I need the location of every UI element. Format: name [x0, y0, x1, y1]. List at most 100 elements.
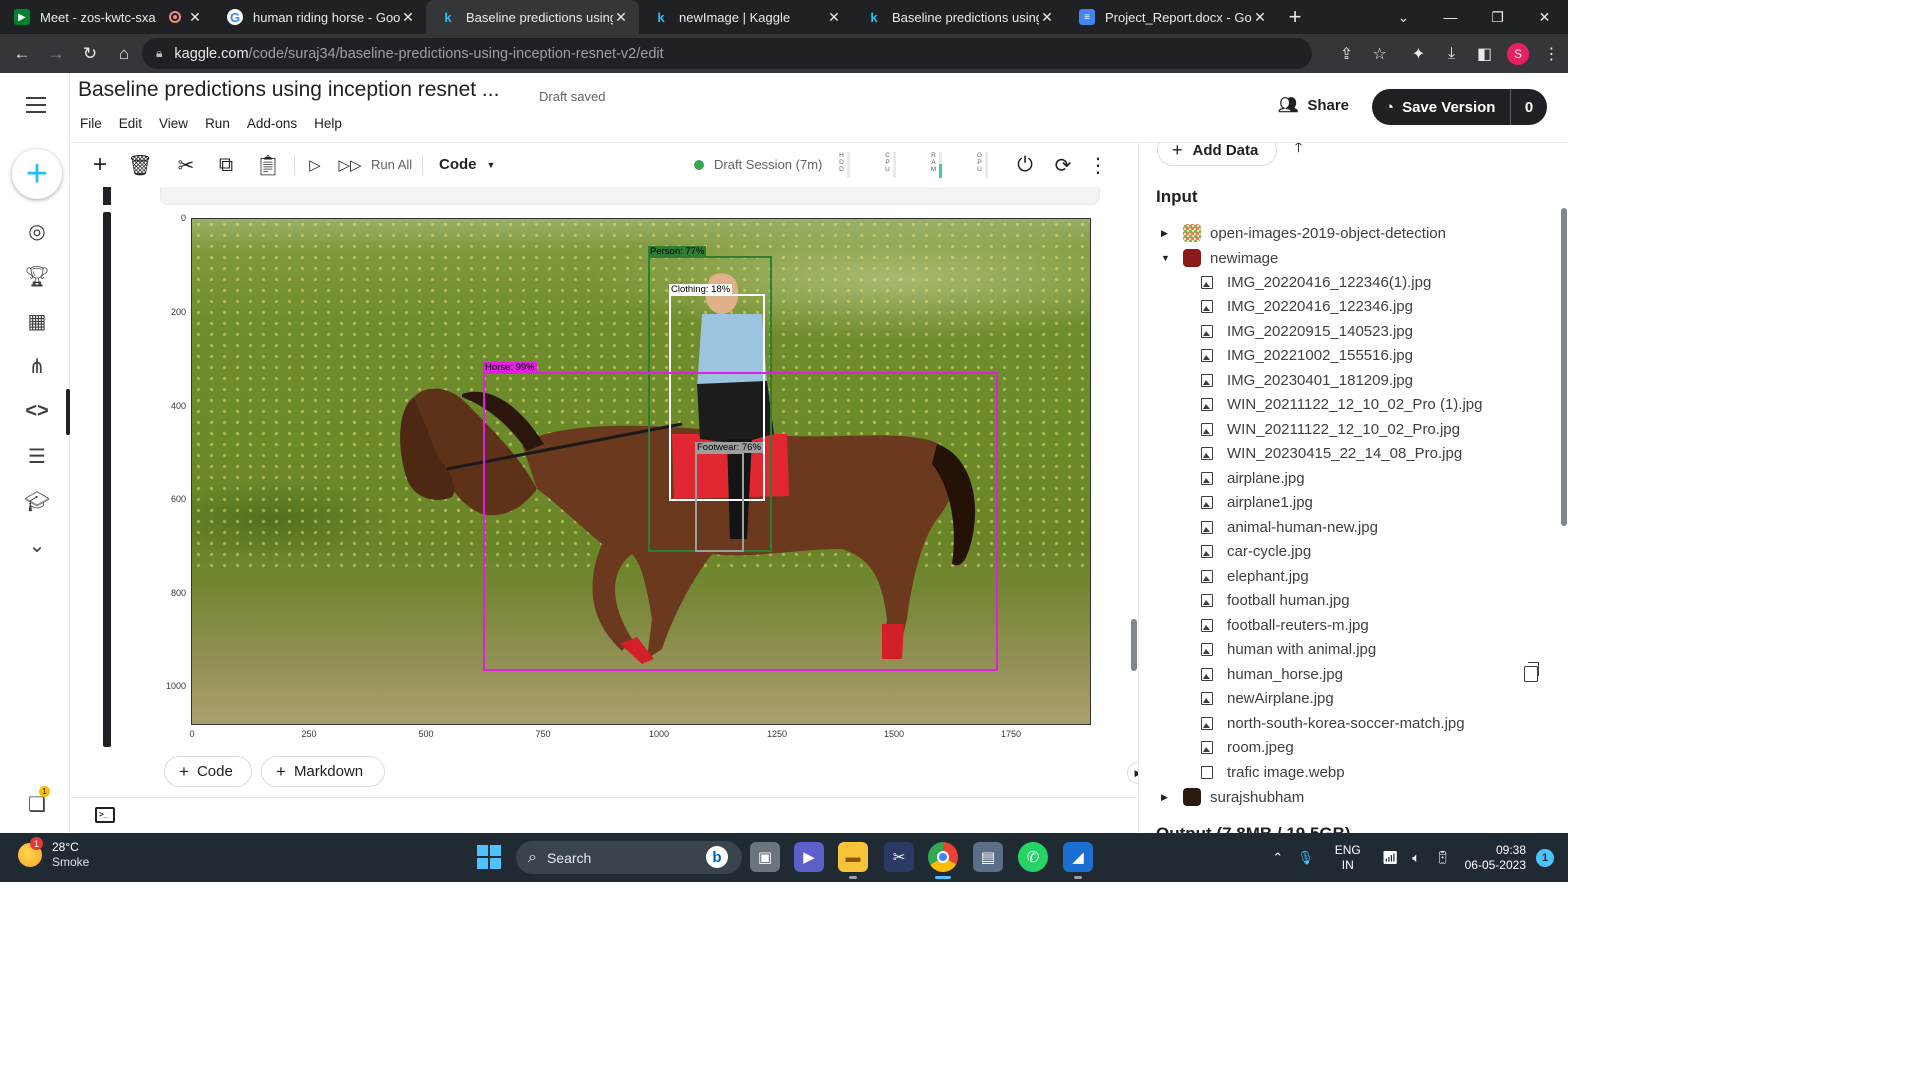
file-item[interactable]: trafic image.webp [1201, 760, 1345, 784]
file-item[interactable]: human with animal.jpg [1201, 638, 1376, 662]
run-cell-icon[interactable]: ▷ [304, 151, 326, 179]
battery-icon[interactable]: 🔋︎ [1434, 850, 1451, 866]
run-all-button[interactable]: Run All [371, 157, 412, 172]
share-page-icon[interactable]: ⇪ [1330, 37, 1363, 70]
dataset-newimage[interactable]: ▼ newimage [1139, 246, 1278, 270]
file-item[interactable]: human_horse.jpg [1201, 662, 1343, 686]
dataset-open-images[interactable]: ▶ open-images-2019-object-detection [1139, 221, 1446, 245]
copy-icon[interactable]: ⧉ [214, 151, 238, 179]
tab-close-icon[interactable]: ✕ [826, 9, 842, 26]
bookmark-star-icon[interactable]: ☆ [1363, 37, 1396, 70]
datasets-table-icon[interactable]: ▦ [22, 306, 52, 336]
photos-icon[interactable]: ▤ [973, 842, 1003, 872]
tab-close-icon[interactable]: ✕ [1039, 9, 1055, 26]
learn-icon[interactable]: 🎓︎ [22, 486, 52, 516]
file-item[interactable]: elephant.jpg [1201, 564, 1309, 588]
add-markdown-cell-button[interactable]: + Markdown [261, 756, 385, 787]
file-item[interactable]: car-cycle.jpg [1201, 540, 1311, 564]
browser-menu-icon[interactable]: ⋮ [1535, 37, 1568, 70]
file-item[interactable]: north-south-korea-soccer-match.jpg [1201, 711, 1465, 735]
chrome-icon[interactable] [928, 842, 958, 879]
gpu-meter[interactable]: GPU [976, 152, 990, 180]
tab-close-icon[interactable]: ✕ [187, 9, 203, 26]
file-item[interactable]: room.jpeg [1201, 736, 1294, 760]
hdd-meter[interactable]: HDD [838, 152, 852, 180]
file-item[interactable]: WIN_20211122_12_10_02_Pro.jpg [1201, 417, 1460, 441]
menu-edit[interactable]: Edit [119, 116, 142, 131]
file-item[interactable]: airplane.jpg [1201, 466, 1305, 490]
file-item[interactable]: football human.jpg [1201, 589, 1350, 613]
session-status[interactable]: Draft Session (7m) [694, 157, 822, 172]
create-button[interactable]: + [12, 149, 62, 199]
run-all-icon[interactable]: ▷▷ [338, 151, 362, 179]
upload-icon[interactable]: ⤒ [1295, 143, 1302, 157]
tab-close-icon[interactable]: ✕ [1252, 9, 1268, 26]
language-indicator[interactable]: ENG IN [1335, 843, 1361, 873]
browser-tab[interactable]: k newImage | Kaggle ✕ [639, 0, 852, 34]
delete-icon[interactable]: 🗑︎ [127, 151, 152, 179]
new-tab-icon[interactable]: + [1278, 0, 1312, 34]
file-item[interactable]: WIN_20230415_22_14_08_Pro.jpg [1201, 442, 1462, 466]
compass-icon[interactable]: ◎ [22, 216, 52, 246]
notebook-scrollbar[interactable] [1131, 619, 1137, 671]
forward-icon[interactable]: → [39, 37, 73, 71]
file-item[interactable]: newAirplane.jpg [1201, 687, 1334, 711]
notification-center-badge[interactable]: 1 [1536, 848, 1554, 867]
minimize-icon[interactable]: — [1427, 0, 1474, 34]
dataset-surajshubham[interactable]: ▶ surajshubham [1139, 785, 1304, 809]
cpu-meter[interactable]: CPU [884, 152, 898, 180]
add-cell-icon[interactable]: + [88, 151, 112, 179]
file-item[interactable]: WIN_20211122_12_10_02_Pro (1).jpg [1201, 393, 1482, 417]
trophy-icon[interactable]: 🏆︎ [22, 261, 52, 291]
restart-icon[interactable]: ⟳ [1050, 151, 1076, 179]
save-version-button[interactable]: ◔ Save Version 0 [1372, 89, 1547, 125]
microphone-icon[interactable]: 🎙︎ [1297, 850, 1314, 866]
home-icon[interactable]: ⌂ [107, 37, 141, 71]
chevron-down-icon[interactable]: ⌄ [22, 530, 52, 560]
task-view-icon[interactable]: ▣ [750, 842, 780, 872]
file-item[interactable]: animal-human-new.jpg [1201, 515, 1378, 539]
url-bar[interactable]: 🔒︎ kaggle.com/code/suraj34/baseline-pred… [142, 38, 1312, 69]
file-item[interactable]: football-reuters-m.jpg [1201, 613, 1369, 637]
add-code-cell-button[interactable]: + Code [164, 756, 252, 787]
tab-close-icon[interactable]: ✕ [613, 9, 629, 26]
add-data-button[interactable]: + Add Data [1157, 143, 1277, 166]
menu-help[interactable]: Help [314, 116, 342, 131]
browser-tab[interactable]: k Baseline predictions using i ✕ [852, 0, 1065, 34]
downloads-icon[interactable]: ⤓ [1435, 37, 1468, 70]
wifi-icon[interactable]: 📶︎ [1382, 850, 1399, 866]
teams-chat-icon[interactable]: ▶ [794, 842, 824, 872]
chevron-up-icon[interactable]: ⌃ [1272, 850, 1283, 866]
cell-type-dropdown[interactable]: Code ▼ [439, 156, 495, 173]
menu-view[interactable]: View [159, 116, 188, 131]
extensions-icon[interactable]: ✦ [1402, 37, 1435, 70]
file-item[interactable]: IMG_20230401_181209.jpg [1201, 368, 1413, 392]
file-explorer-icon[interactable]: ▬ [838, 842, 868, 879]
paste-icon[interactable]: 📋︎ [255, 151, 280, 179]
code-icon[interactable]: <> [22, 396, 52, 426]
cut-icon[interactable]: ✂ [172, 151, 200, 179]
tab-close-icon[interactable]: ✕ [400, 9, 416, 26]
browser-tab[interactable]: ▶ Meet - zos-kwtc-sxa ✕ [0, 0, 213, 34]
previous-cell[interactable] [160, 187, 1100, 205]
file-item[interactable]: IMG_20220416_122346(1).jpg [1201, 270, 1431, 294]
power-icon[interactable]: ⏻ [1012, 151, 1038, 179]
menu-run[interactable]: Run [205, 116, 230, 131]
paint-icon[interactable]: ◢ [1063, 842, 1093, 879]
browser-tab[interactable]: ≡ Project_Report.docx - Goog ✕ [1065, 0, 1278, 34]
file-item[interactable]: IMG_20220416_122346.jpg [1201, 295, 1413, 319]
menu-addons[interactable]: Add-ons [247, 116, 297, 131]
volume-icon[interactable]: 🔈︎ [1412, 850, 1420, 866]
hamburger-menu-icon[interactable] [26, 97, 46, 118]
weather-widget[interactable]: 1 28°C Smoke [18, 837, 89, 870]
panel-scrollbar[interactable] [1561, 208, 1567, 526]
side-panel-icon[interactable]: ◧ [1468, 37, 1501, 70]
models-icon[interactable]: ⋔ [22, 351, 52, 381]
file-item[interactable]: IMG_20220915_140523.jpg [1201, 319, 1413, 343]
share-button[interactable]: 👥︎ Share [1278, 95, 1349, 115]
terminal-icon[interactable]: >_ [95, 807, 115, 823]
notebook-title[interactable]: Baseline predictions using inception res… [78, 78, 499, 102]
menu-file[interactable]: File [80, 116, 102, 131]
whatsapp-icon[interactable]: ✆ [1018, 842, 1048, 872]
ram-meter[interactable]: RAM [930, 152, 944, 180]
